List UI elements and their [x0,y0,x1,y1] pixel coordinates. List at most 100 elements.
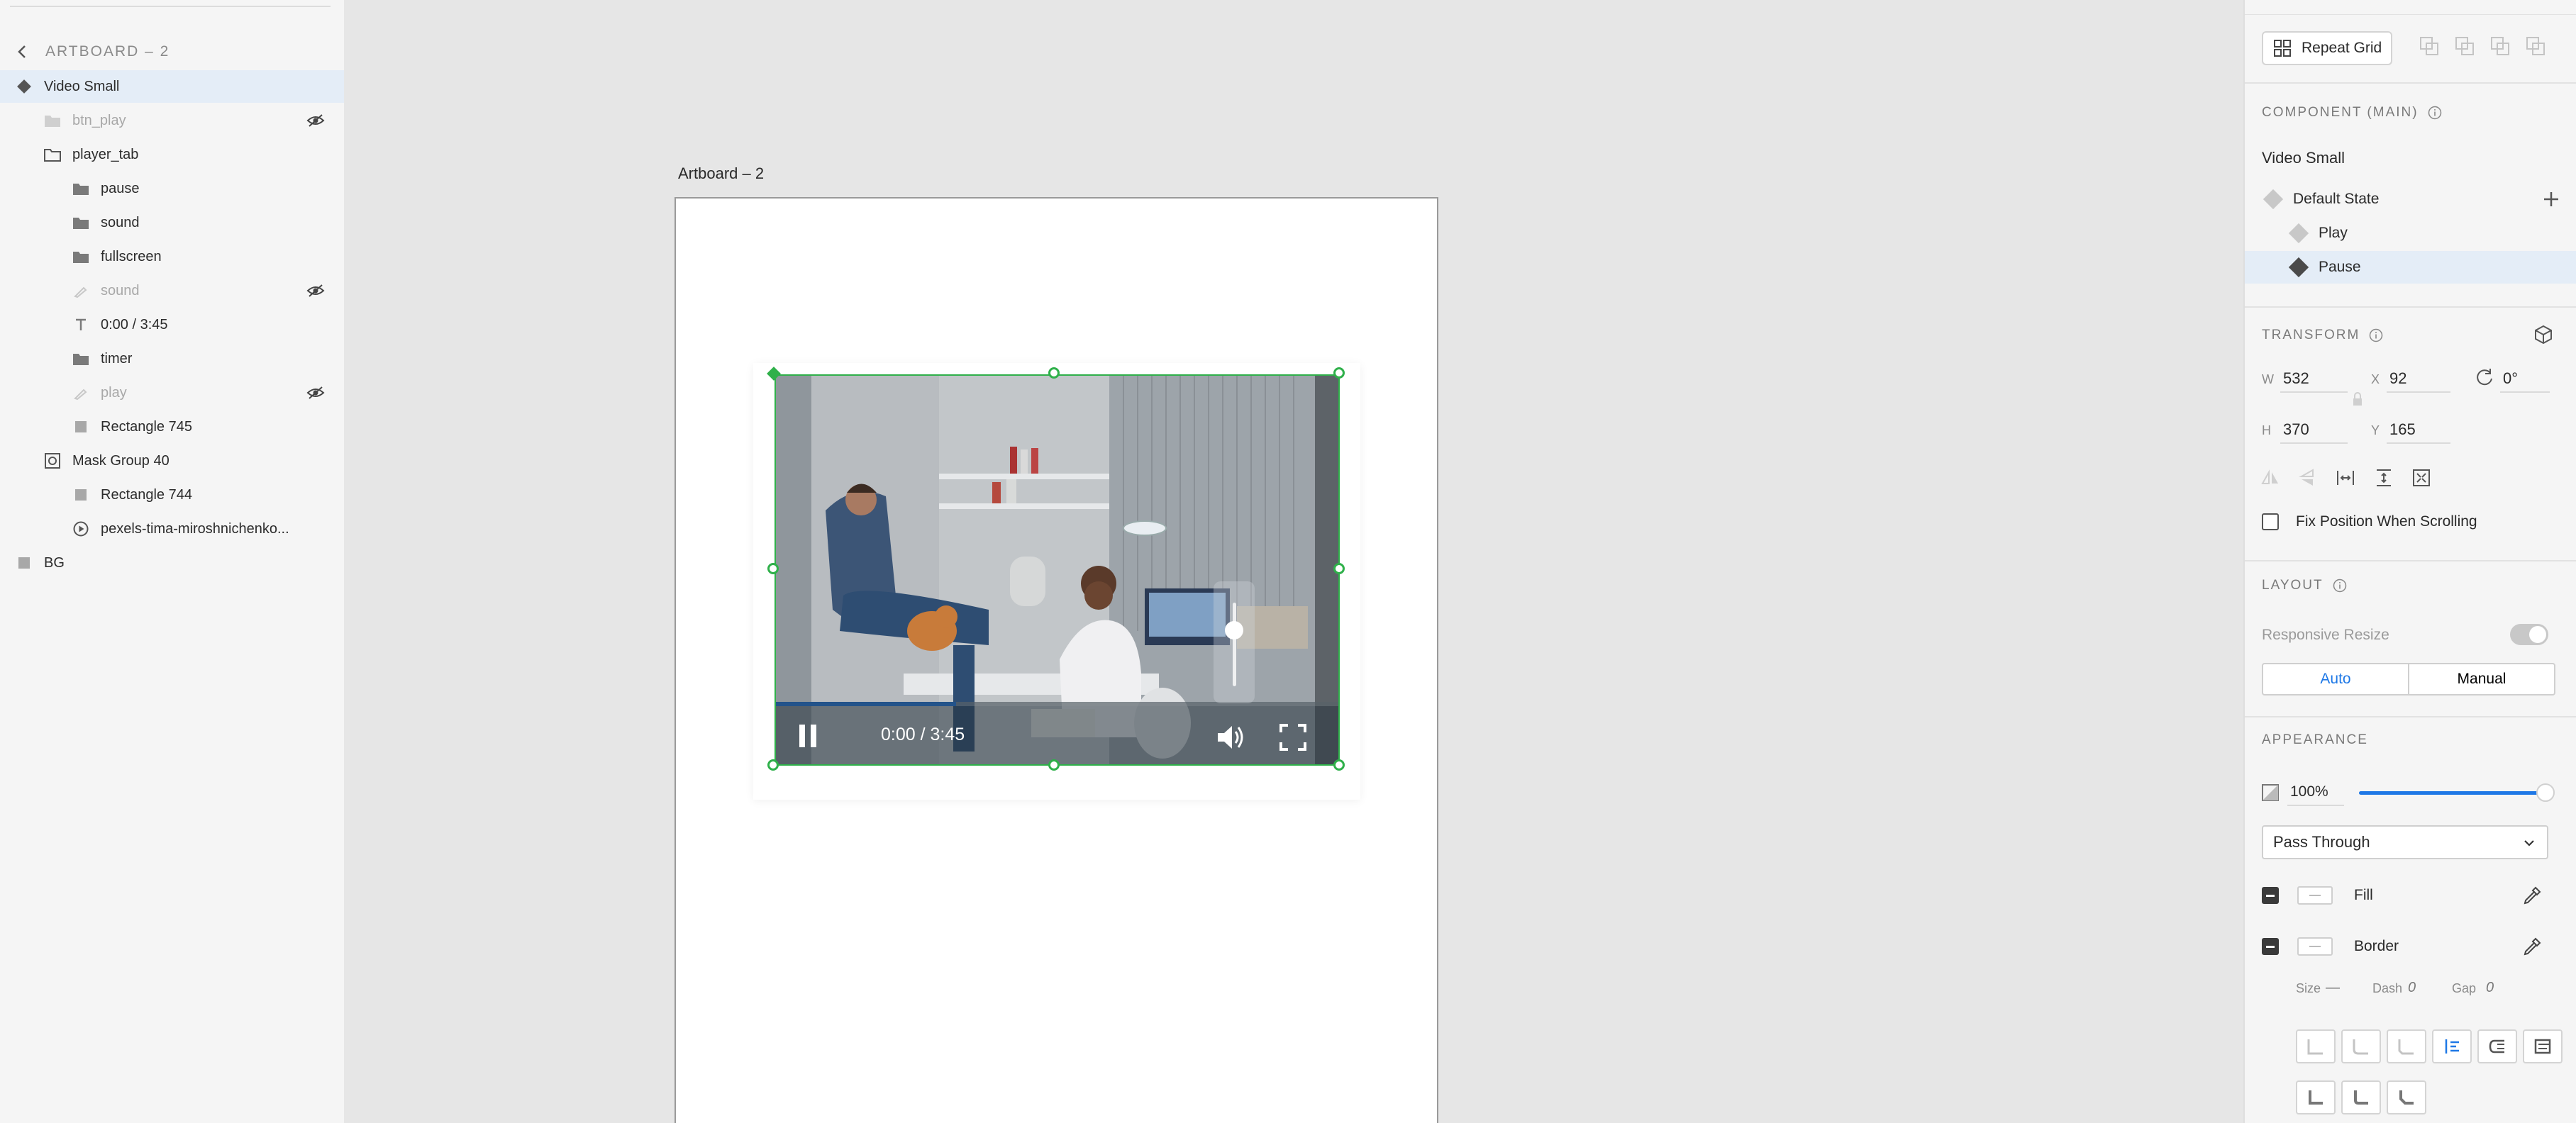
height-label: H [2262,423,2271,437]
center-stroke-icon[interactable] [2523,1029,2563,1063]
opacity-slider[interactable] [2359,783,2555,802]
distribute-vertical-icon[interactable] [2372,466,2395,489]
butt-cap-icon[interactable] [2296,1080,2336,1114]
eye-hidden-icon[interactable] [306,111,326,130]
layer-video-file[interactable]: pexels-tima-miroshnichenko... [0,513,344,545]
selection-handle[interactable] [1333,563,1345,574]
miter-join-icon[interactable] [2296,1029,2336,1063]
fullscreen-icon[interactable] [1279,723,1307,752]
fill-color-swatch[interactable] [2297,886,2333,905]
subtract-icon[interactable] [2454,35,2475,57]
responsive-resize-toggle[interactable] [2510,624,2548,645]
layer-sound-path[interactable]: sound [0,274,344,307]
video-component[interactable]: 0:00 / 3:45 [775,374,1340,766]
height-field[interactable]: 370 [2280,417,2348,444]
layout-header: LAYOUT [2262,578,2324,593]
tab-manual[interactable]: Manual [2409,664,2554,694]
layer-fullscreen[interactable]: fullscreen [0,240,344,273]
folder-icon [71,349,91,369]
rotation-field[interactable]: 0° [2500,366,2550,393]
add-icon[interactable] [2419,35,2440,57]
bevel-join-icon[interactable] [2387,1029,2426,1063]
rectangle-icon [71,417,91,437]
pause-icon[interactable] [797,723,818,749]
layer-video-small[interactable]: Video Small [0,70,344,103]
eye-hidden-icon[interactable] [306,281,326,300]
state-diamond-icon [2288,257,2309,278]
tab-auto[interactable]: Auto [2263,664,2409,694]
slider-knob[interactable] [2536,783,2555,802]
rotate-icon [2473,366,2496,389]
round-cap-icon[interactable] [2341,1080,2381,1114]
layer-btn-play[interactable]: btn_play [0,104,344,137]
border-toggle-checkbox[interactable] [2262,938,2279,955]
layer-play-path[interactable]: play [0,376,344,409]
layer-rectangle-745[interactable]: Rectangle 745 [0,410,344,443]
state-pause[interactable]: Pause [2245,251,2576,284]
volume-knob[interactable] [1225,620,1243,639]
outer-stroke-icon[interactable] [2477,1029,2517,1063]
info-icon[interactable] [2332,578,2348,593]
info-icon[interactable] [2368,328,2384,343]
add-state-icon[interactable] [2542,190,2560,208]
boolean-operations [2419,35,2546,57]
layer-player-tab[interactable]: player_tab [0,138,344,171]
pen-icon [71,383,91,403]
fit-content-icon[interactable] [2410,466,2433,489]
stroke-size-field[interactable]: — [2326,980,2340,996]
repeat-grid-button[interactable]: Repeat Grid [2262,31,2392,65]
stroke-gap-field[interactable]: 0 [2486,980,2494,996]
layer-rectangle-744[interactable]: Rectangle 744 [0,479,344,511]
distribute-horizontal-icon[interactable] [2334,466,2357,489]
responsive-resize-label: Responsive Resize [2262,627,2389,643]
selection-handle[interactable] [1333,367,1345,379]
selection-handle[interactable] [1048,759,1060,771]
layer-mask-group-40[interactable]: Mask Group 40 [0,445,344,477]
component-name[interactable]: Video Small [2262,149,2345,167]
flip-horizontal-icon[interactable] [2259,466,2282,489]
fix-position-checkbox[interactable] [2262,513,2279,530]
layer-time-text[interactable]: 0:00 / 3:45 [0,308,344,341]
flip-vertical-icon[interactable] [2296,466,2319,489]
section-divider [2245,560,2576,562]
opacity-field[interactable]: 100% [2287,779,2344,806]
layer-label: Rectangle 744 [101,486,192,503]
x-field[interactable]: 92 [2387,366,2450,393]
state-default[interactable]: Default State [2245,183,2576,216]
border-color-swatch[interactable] [2297,937,2333,956]
selection-handle[interactable] [1333,759,1345,771]
eye-hidden-icon[interactable] [306,384,326,402]
layer-label: timer [101,350,133,367]
layer-timer[interactable]: timer [0,342,344,375]
intersect-icon[interactable] [2489,35,2511,57]
round-join-icon[interactable] [2341,1029,2381,1063]
selection-handle[interactable] [767,759,779,771]
info-icon[interactable] [2427,105,2443,121]
state-label: Play [2319,225,2348,241]
breadcrumb[interactable]: ARTBOARD – 2 [11,40,170,64]
exclude-icon[interactable] [2525,35,2546,57]
volume-slider-panel[interactable] [1214,581,1255,703]
artboard-label[interactable]: Artboard – 2 [678,164,764,183]
layer-pause[interactable]: pause [0,172,344,205]
state-play[interactable]: Play [2245,217,2576,250]
stroke-dash-field[interactable]: 0 [2408,980,2416,996]
back-arrow-icon[interactable] [11,41,33,62]
3d-transform-icon[interactable] [2532,323,2555,346]
y-field[interactable]: 165 [2387,417,2450,444]
fill-toggle-checkbox[interactable] [2262,887,2279,904]
selection-handle[interactable] [1048,367,1060,379]
eyedropper-icon[interactable] [2521,885,2543,906]
layer-bg[interactable]: BG [0,547,344,579]
volume-icon[interactable] [1216,723,1247,752]
layer-label: player_tab [72,146,139,162]
eyedropper-icon[interactable] [2521,936,2543,957]
blend-mode-select[interactable]: Pass Through [2262,825,2548,859]
layer-sound[interactable]: sound [0,206,344,239]
square-cap-icon[interactable] [2387,1080,2426,1114]
inner-stroke-icon[interactable] [2432,1029,2472,1063]
lock-aspect-icon[interactable] [2349,390,2366,408]
width-field[interactable]: 532 [2280,366,2348,393]
selection-handle[interactable] [767,563,779,574]
volume-track[interactable] [1233,603,1236,686]
